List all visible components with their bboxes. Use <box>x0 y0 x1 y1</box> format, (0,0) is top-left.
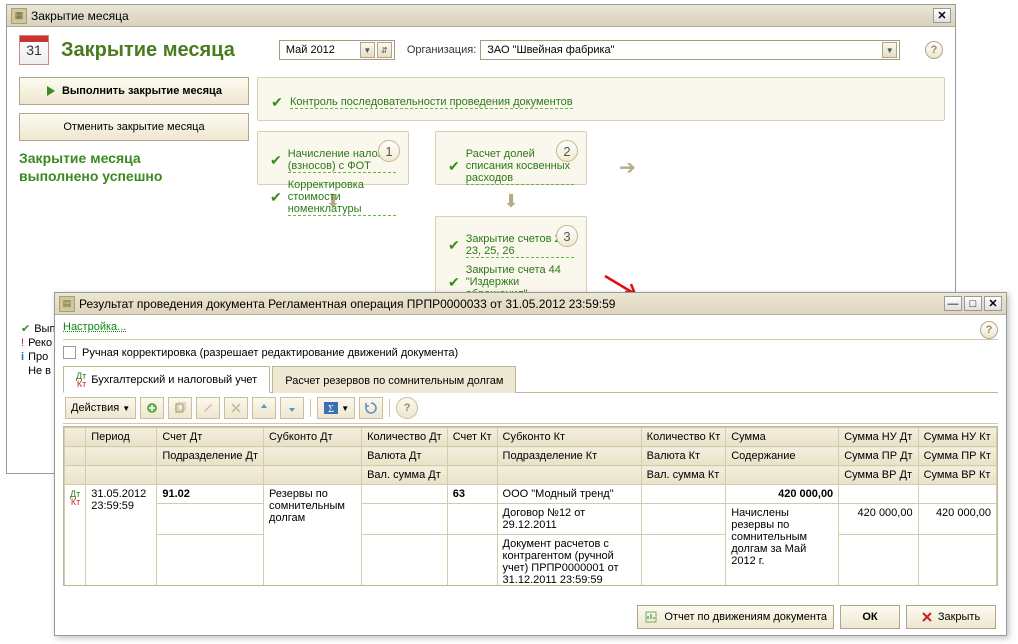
delete-button[interactable] <box>224 397 248 419</box>
chevron-down-icon[interactable]: ▼ <box>882 42 897 58</box>
maximize-button[interactable]: □ <box>964 296 982 311</box>
sum-button[interactable]: Σ▼ <box>317 397 355 419</box>
org-label: Организация: <box>407 44 476 56</box>
add-button[interactable] <box>140 397 164 419</box>
cancel-month-close-button[interactable]: Отменить закрытие месяца <box>19 113 249 141</box>
check-icon: ✔ <box>270 189 282 206</box>
close-button[interactable]: Закрыть <box>906 605 996 629</box>
check-icon: ✔ <box>270 152 282 169</box>
settings-link[interactable]: Настройка... <box>63 321 126 333</box>
ok-button[interactable]: ОК <box>840 605 900 629</box>
help-button[interactable]: ? <box>396 397 418 419</box>
table-row[interactable]: Договор №12 от 29.12.2011 Начислены резе… <box>65 504 997 535</box>
svg-text:Σ: Σ <box>328 404 334 415</box>
arrow-down-icon: ⬇ <box>435 191 587 212</box>
close-button[interactable]: ✕ <box>933 8 951 23</box>
move-down-button[interactable] <box>280 397 304 419</box>
dtkt-icon: ДтКт <box>70 490 80 506</box>
document-icon: ▤ <box>59 296 75 312</box>
table-row[interactable]: ДтКт 31.05.2012 23:59:59 91.02 Резервы п… <box>65 485 997 504</box>
dtkt-icon: ДтКт <box>76 372 86 388</box>
main-window-titlebar[interactable]: ▦ Закрытие месяца ✕ <box>7 5 955 27</box>
op-link[interactable]: Корректировка стоимости номенклатуры <box>288 179 396 216</box>
tab-reserves[interactable]: Расчет резервов по сомнительным долгам <box>272 366 516 393</box>
refresh-button[interactable] <box>359 397 383 419</box>
copy-button[interactable] <box>168 397 192 419</box>
close-button[interactable]: ✕ <box>984 296 1002 311</box>
header-row-2: Подразделение Дт Валюта Дт Подразделение… <box>65 447 997 466</box>
step-badge: 3 <box>556 225 578 247</box>
stepper-icon[interactable]: ⇵ <box>377 42 392 58</box>
edit-button[interactable] <box>196 397 220 419</box>
header-row-1: Период Счет Дт Субконто Дт Количество Дт… <box>65 428 997 447</box>
run-month-close-button[interactable]: Выполнить закрытие месяца <box>19 77 249 105</box>
actions-dropdown[interactable]: Действия ▼ <box>65 397 136 419</box>
step-badge: 1 <box>378 140 400 162</box>
header-row-3: Вал. сумма Дт Вал. сумма Кт Сумма ВР Дт … <box>65 466 997 485</box>
control-sequence-link[interactable]: Контроль последовательности проведения д… <box>290 96 573 109</box>
month-combo[interactable]: Май 2012 ▼ ⇵ <box>279 40 395 60</box>
child-window-title: Результат проведения документа Регламент… <box>79 297 942 311</box>
child-window-titlebar[interactable]: ▤ Результат проведения документа Регламе… <box>55 293 1006 315</box>
minimize-button[interactable]: — <box>944 296 962 311</box>
calendar-icon: 31 <box>19 35 49 65</box>
page-title: Закрытие месяца <box>61 39 235 62</box>
table-row[interactable]: Документ расчетов с контрагентом (ручной… <box>65 535 997 587</box>
org-combo[interactable]: ЗАО "Швейная фабрика" ▼ <box>480 40 900 60</box>
check-icon: ✔ <box>448 237 460 254</box>
help-button[interactable]: ? <box>980 321 998 339</box>
status-text: Закрытие месяца выполнено успешно <box>19 149 249 185</box>
chevron-down-icon[interactable]: ▼ <box>360 42 375 58</box>
manual-override-label: Ручная корректировка (разрешает редактир… <box>82 347 458 359</box>
window-icon: ▦ <box>11 8 27 24</box>
help-button[interactable]: ? <box>925 41 943 59</box>
move-up-button[interactable] <box>252 397 276 419</box>
report-icon <box>644 610 658 624</box>
toolbar: Действия ▼ Σ▼ ? <box>63 393 998 424</box>
tabs: ДтКт Бухгалтерский и налоговый учет Расч… <box>63 365 998 393</box>
grid-scroll[interactable]: Период Счет Дт Субконто Дт Количество Дт… <box>63 426 998 586</box>
close-icon <box>922 612 932 622</box>
accounting-grid: Период Счет Дт Субконто Дт Количество Дт… <box>64 427 997 586</box>
step-badge: 2 <box>556 140 578 162</box>
check-icon: ✔ <box>448 274 460 291</box>
manual-override-checkbox[interactable] <box>63 346 76 359</box>
play-icon <box>46 86 56 96</box>
check-double-icon: ✔ <box>270 94 284 111</box>
report-button[interactable]: Отчет по движениям документа <box>637 605 834 629</box>
check-icon: ✔ <box>448 158 460 175</box>
arrow-right-icon: ➔ <box>619 155 636 180</box>
window-title: Закрытие месяца <box>31 9 931 23</box>
tab-accounting[interactable]: ДтКт Бухгалтерский и налоговый учет <box>63 366 270 393</box>
